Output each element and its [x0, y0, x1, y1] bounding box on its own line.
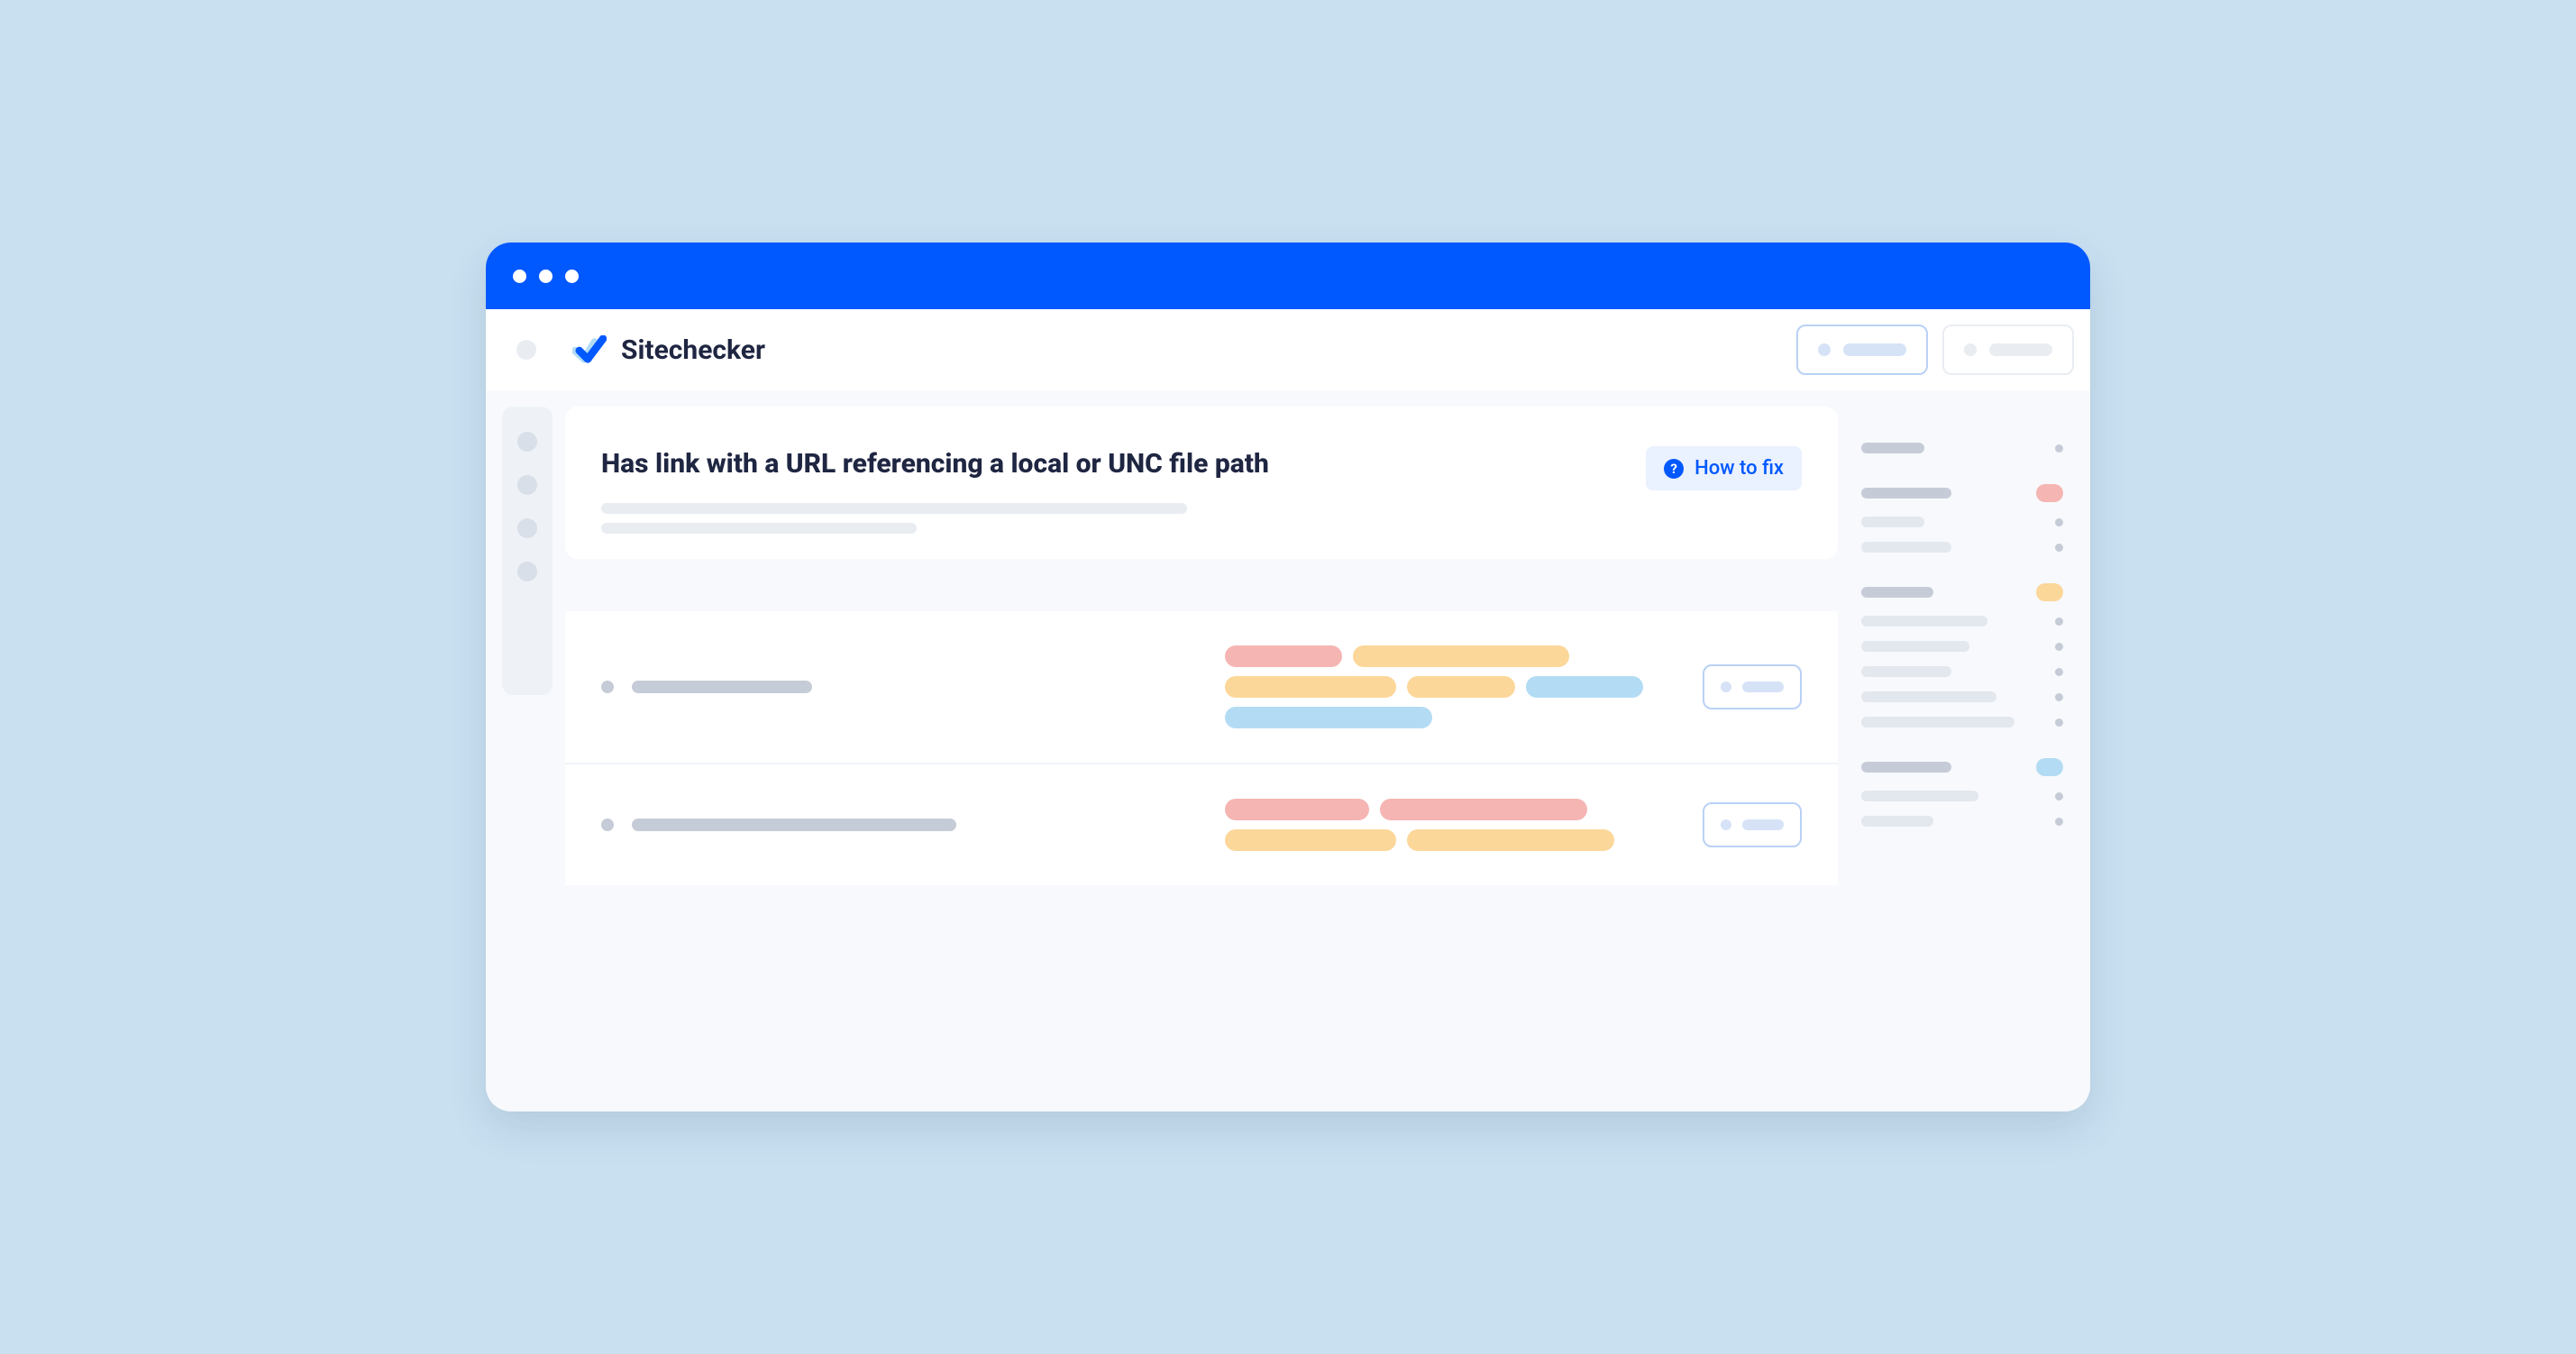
window-control-minimize[interactable]: [539, 270, 553, 283]
tag: [1225, 799, 1369, 820]
sidebar: [502, 407, 553, 695]
topbar: Sitechecker: [486, 309, 2090, 390]
tag: [1353, 645, 1569, 667]
body: Has link with a URL referencing a local …: [486, 390, 2090, 1112]
tag-group: [1225, 799, 1676, 851]
issue-card: Has link with a URL referencing a local …: [565, 407, 1838, 559]
tag: [1407, 829, 1614, 851]
header-secondary-button[interactable]: [1942, 325, 2074, 375]
sidebar-item[interactable]: [517, 562, 537, 581]
tag: [1407, 676, 1515, 698]
placeholder-line: [632, 819, 956, 831]
tag: [1225, 645, 1342, 667]
row-bullet-icon: [601, 819, 614, 831]
main-content: Has link with a URL referencing a local …: [565, 407, 1838, 1066]
row-action-button[interactable]: [1703, 664, 1802, 709]
tag-group: [1225, 645, 1676, 728]
result-row: [565, 764, 1838, 885]
tag: [1380, 799, 1587, 820]
issue-title: Has link with a URL referencing a local …: [601, 446, 1269, 481]
result-row: [565, 611, 1838, 764]
sidebar-item[interactable]: [517, 518, 537, 538]
tag: [1225, 829, 1396, 851]
brand-name: Sitechecker: [621, 334, 765, 366]
how-to-fix-label: How to fix: [1694, 457, 1784, 480]
how-to-fix-button[interactable]: ? How to fix: [1646, 446, 1802, 490]
tag: [1225, 707, 1432, 728]
right-rail: [1838, 407, 2090, 1066]
tag: [1526, 676, 1643, 698]
row-bullet-icon: [601, 681, 614, 693]
placeholder-line: [601, 503, 1187, 514]
sidebar-item[interactable]: [517, 432, 537, 452]
window-control-maximize[interactable]: [565, 270, 579, 283]
app-window: Sitechecker Has link with a URL referenc…: [486, 242, 2090, 1112]
sidebar-item[interactable]: [517, 475, 537, 495]
question-icon: ?: [1664, 459, 1684, 479]
placeholder-line: [632, 681, 812, 693]
menu-icon[interactable]: [516, 340, 536, 360]
placeholder-line: [601, 523, 917, 534]
tag: [1225, 676, 1396, 698]
row-action-button[interactable]: [1703, 802, 1802, 847]
header-primary-button[interactable]: [1796, 325, 1928, 375]
logo-icon: [572, 335, 607, 364]
window-control-close[interactable]: [513, 270, 526, 283]
titlebar: [486, 242, 2090, 309]
